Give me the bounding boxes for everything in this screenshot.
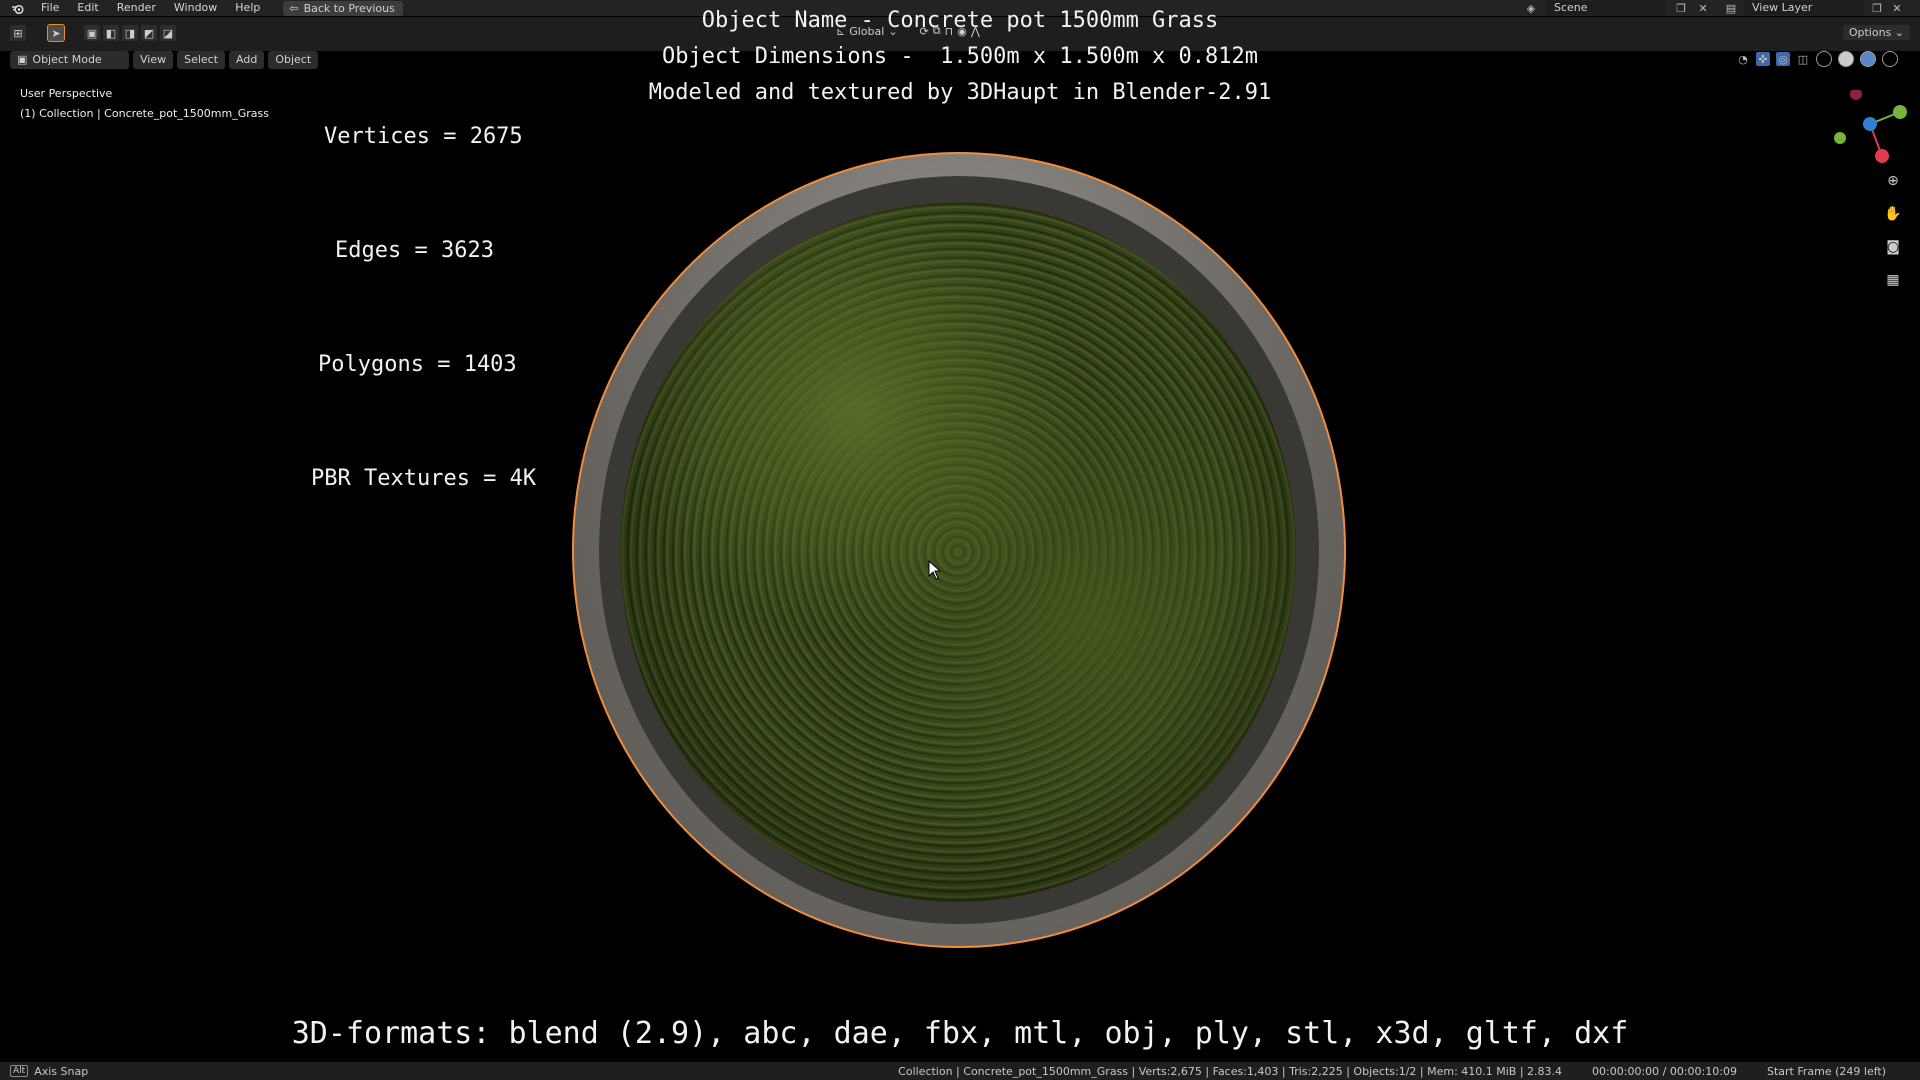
status-info: Collection | Concrete_pot_1500mm_Grass |…: [898, 1065, 1886, 1078]
frame-info: Start Frame (249 left): [1766, 1064, 1886, 1078]
z-axis-icon: [1863, 117, 1877, 131]
edges-count: Edges = 3623: [335, 238, 494, 263]
mesh-stats: Vertices = 2675 Edges = 3623 Polygons = …: [260, 42, 536, 536]
formats-caption: 3D-formats: blend (2.9), abc, dae, fbx, …: [291, 1016, 1629, 1051]
vertices-count: Vertices = 2675: [324, 124, 523, 149]
ortho-grid-icon[interactable]: ▦: [1882, 269, 1904, 291]
playback-time: 00:00:00:00 / 00:00:10:09: [1592, 1064, 1737, 1078]
alt-key: Alt: [10, 1065, 29, 1077]
scene-statistics: Collection | Concrete_pot_1500mm_Grass |…: [898, 1064, 1563, 1078]
x-axis-icon: [1875, 149, 1889, 163]
status-hints: Alt Axis Snap: [10, 1065, 88, 1078]
y-axis-neg-icon: [1834, 132, 1846, 144]
y-axis-icon: [1893, 105, 1907, 119]
concrete-pot-object[interactable]: [572, 152, 1346, 948]
object-name-title: Object Name - Concrete pot 1500mm Grass: [701, 8, 1219, 33]
zoom-icon[interactable]: ⊕: [1882, 170, 1904, 192]
grass-surface: [620, 202, 1296, 902]
status-bar: Alt Axis Snap Collection | Concrete_pot_…: [0, 1062, 1920, 1080]
modeled-by-credit: Modeled and textured by 3DHaupt in Blend…: [648, 80, 1272, 105]
camera-view-icon[interactable]: ◙: [1882, 236, 1904, 258]
object-dimensions: Object Dimensions - 1.500m x 1.500m x 0.…: [661, 44, 1259, 69]
polygons-count: Polygons = 1403: [318, 352, 517, 377]
collection-label: (1) Collection | Concrete_pot_1500mm_Gra…: [20, 107, 269, 120]
grass-shading: [620, 202, 1296, 902]
mouse-cursor-icon: [928, 560, 942, 580]
navigation-gizmo[interactable]: [1828, 90, 1908, 170]
pan-hand-icon[interactable]: ✋: [1882, 203, 1904, 225]
axis-snap-hint: Axis Snap: [34, 1064, 89, 1078]
viewport-navigation: ⊕ ✋ ◙ ▦: [1882, 170, 1904, 291]
x-axis-neg-icon: [1850, 90, 1862, 100]
textures-info: PBR Textures = 4K: [311, 466, 537, 491]
